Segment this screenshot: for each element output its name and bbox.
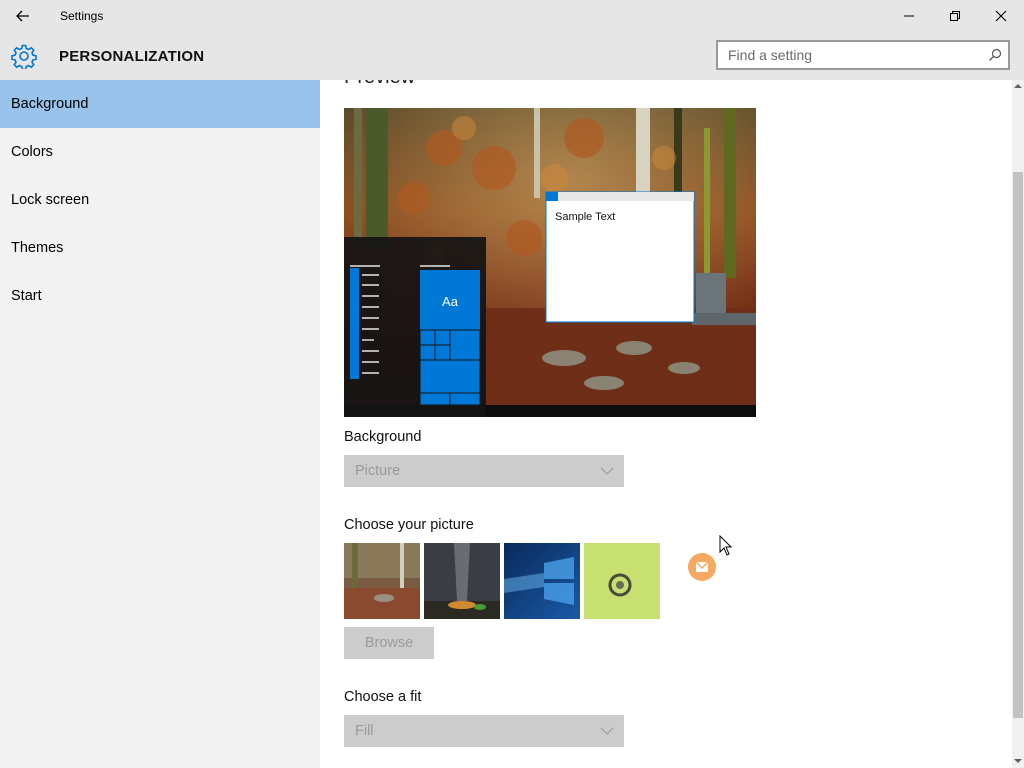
thumbnail-image <box>344 543 420 619</box>
background-dropdown[interactable]: Picture <box>344 455 624 487</box>
back-button[interactable] <box>10 4 36 28</box>
thumbnail-image <box>504 543 580 619</box>
thumbnail-image <box>424 543 500 619</box>
sidebar-item-label: Start <box>11 288 42 304</box>
close-icon <box>995 10 1007 22</box>
preview-heading: Preview <box>344 80 415 89</box>
page-header: PERSONALIZATION <box>0 32 1024 80</box>
background-dropdown-value: Picture <box>355 463 401 479</box>
sidebar-item-themes[interactable]: Themes <box>0 224 320 272</box>
title-bar: Settings <box>0 0 1024 32</box>
preview-image: Aa Sample Text <box>344 108 756 417</box>
restore-button[interactable] <box>932 0 978 32</box>
sidebar-item-colors[interactable]: Colors <box>0 128 320 176</box>
page-title: PERSONALIZATION <box>59 48 205 65</box>
scroll-down-icon[interactable] <box>1014 758 1022 764</box>
background-label: Background <box>344 429 422 445</box>
thumbnail-image <box>584 543 660 619</box>
sidebar-item-label: Background <box>11 96 89 112</box>
mail-bubble-icon[interactable] <box>686 551 718 583</box>
browse-button[interactable]: Browse <box>344 627 434 659</box>
picture-thumbnail-1[interactable] <box>344 543 420 619</box>
minimize-button[interactable] <box>886 0 932 32</box>
search-icon[interactable] <box>988 48 1002 62</box>
sidebar-item-label: Colors <box>11 144 53 160</box>
scroll-up-icon[interactable] <box>1014 83 1022 89</box>
scrollbar-thumb[interactable] <box>1013 172 1023 718</box>
close-button[interactable] <box>978 0 1024 32</box>
sidebar-item-label: Themes <box>11 240 64 256</box>
fit-dropdown-value: Fill <box>355 723 374 739</box>
picture-thumbnail-3[interactable] <box>504 543 580 619</box>
sidebar: Background Colors Lock screen Themes Sta… <box>0 80 320 768</box>
preview-tile-label: Aa <box>442 294 459 309</box>
sidebar-item-lock-screen[interactable]: Lock screen <box>0 176 320 224</box>
search-box[interactable] <box>716 40 1010 70</box>
picture-thumbnail-4[interactable] <box>584 543 660 619</box>
sidebar-item-background[interactable]: Background <box>0 80 320 128</box>
choose-fit-label: Choose a fit <box>344 689 422 705</box>
gear-icon <box>11 44 37 69</box>
sidebar-item-label: Lock screen <box>11 192 90 208</box>
fit-dropdown[interactable]: Fill <box>344 715 624 747</box>
preview-sample-text: Sample Text <box>555 211 615 223</box>
maximize-icon <box>950 11 960 21</box>
chevron-down-icon <box>600 727 614 735</box>
window-title: Settings <box>60 9 104 23</box>
chevron-down-icon <box>600 467 614 475</box>
content-pane: Preview <box>320 80 1012 768</box>
preview-scene: Aa Sample Text <box>344 108 756 417</box>
back-arrow-icon <box>16 10 29 22</box>
choose-picture-label: Choose your picture <box>344 517 474 533</box>
sidebar-item-start[interactable]: Start <box>0 272 320 320</box>
minimize-icon <box>904 15 914 17</box>
mouse-cursor-icon <box>719 535 733 556</box>
search-input[interactable] <box>718 42 998 68</box>
scrollbar[interactable] <box>1012 80 1024 768</box>
browse-button-label: Browse <box>364 635 414 651</box>
picture-thumbnail-2[interactable] <box>424 543 500 619</box>
